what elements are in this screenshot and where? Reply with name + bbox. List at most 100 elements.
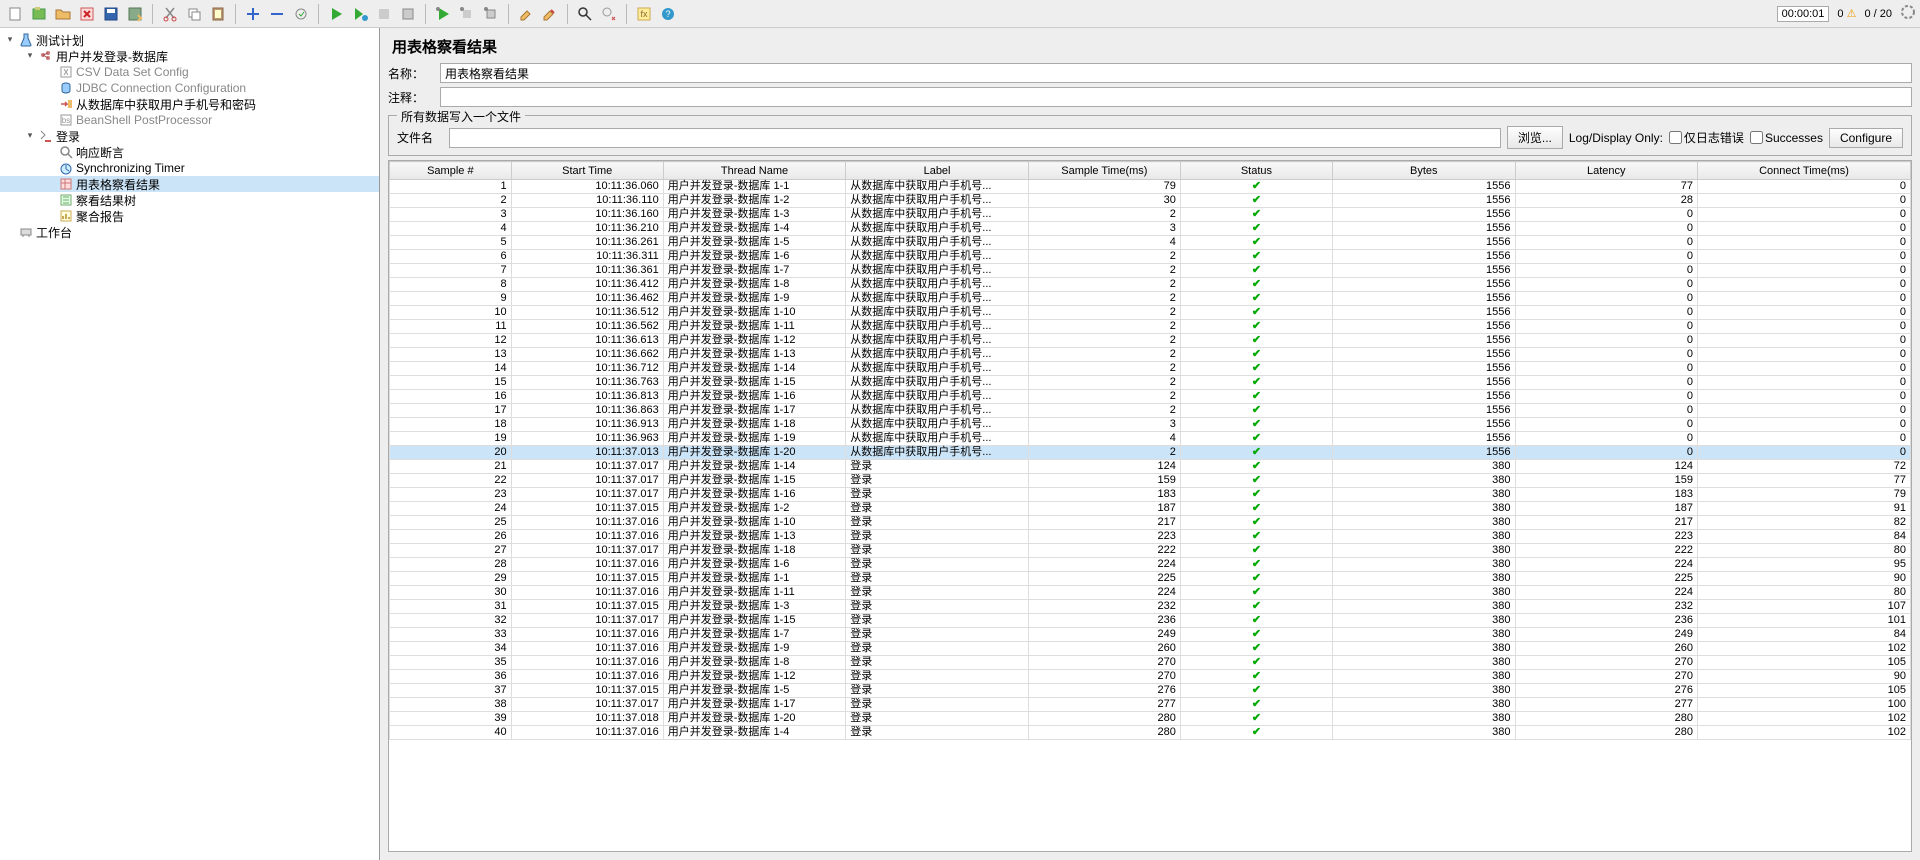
filename-input[interactable]	[449, 128, 1501, 148]
tree-expand-icon[interactable]	[4, 226, 16, 238]
tree-node[interactable]: ▾测试计划	[0, 32, 379, 48]
table-row[interactable]: 2310:11:37.017用户并发登录-数据库 1-16登录183✔38018…	[390, 488, 1911, 502]
tree-expand-icon[interactable]	[44, 98, 56, 110]
tree-node[interactable]: CSV Data Set Config	[0, 64, 379, 80]
tree-node[interactable]: 响应断言	[0, 144, 379, 160]
table-row[interactable]: 3810:11:37.017用户并发登录-数据库 1-17登录277✔38027…	[390, 698, 1911, 712]
tree-expand-icon[interactable]: ▾	[24, 50, 36, 62]
tree-expand-icon[interactable]	[44, 178, 56, 190]
column-header[interactable]: Connect Time(ms)	[1698, 162, 1911, 180]
new-button[interactable]	[4, 3, 26, 25]
start-remote-button[interactable]	[432, 3, 454, 25]
tree-expand-icon[interactable]	[44, 210, 56, 222]
column-header[interactable]: Sample Time(ms)	[1028, 162, 1180, 180]
tree-node[interactable]: 聚合报告	[0, 208, 379, 224]
table-row[interactable]: 2510:11:37.016用户并发登录-数据库 1-10登录217✔38021…	[390, 516, 1911, 530]
table-row[interactable]: 510:11:36.261用户并发登录-数据库 1-5从数据库中获取用户手机号.…	[390, 236, 1911, 250]
save-as-button[interactable]	[124, 3, 146, 25]
comment-input[interactable]	[440, 87, 1912, 107]
tree-node[interactable]: ▾用户并发登录-数据库	[0, 48, 379, 64]
expand-button[interactable]	[242, 3, 264, 25]
collapse-button[interactable]	[266, 3, 288, 25]
tree-expand-icon[interactable]	[44, 194, 56, 206]
save-button[interactable]	[100, 3, 122, 25]
shutdown-button[interactable]	[397, 3, 419, 25]
table-row[interactable]: 3710:11:37.015用户并发登录-数据库 1-5登录276✔380276…	[390, 684, 1911, 698]
close-button[interactable]	[76, 3, 98, 25]
table-row[interactable]: 1710:11:36.863用户并发登录-数据库 1-17从数据库中获取用户手机…	[390, 404, 1911, 418]
column-header[interactable]: Label	[846, 162, 1029, 180]
table-row[interactable]: 2110:11:37.017用户并发登录-数据库 1-14登录124✔38012…	[390, 460, 1911, 474]
table-row[interactable]: 1610:11:36.813用户并发登录-数据库 1-16从数据库中获取用户手机…	[390, 390, 1911, 404]
column-header[interactable]: Bytes	[1332, 162, 1515, 180]
tree-node[interactable]: JDBC Connection Configuration	[0, 80, 379, 96]
table-row[interactable]: 1010:11:36.512用户并发登录-数据库 1-10从数据库中获取用户手机…	[390, 306, 1911, 320]
tree-expand-icon[interactable]: ▾	[24, 130, 36, 142]
table-row[interactable]: 2710:11:37.017用户并发登录-数据库 1-18登录222✔38022…	[390, 544, 1911, 558]
table-row[interactable]: 1910:11:36.963用户并发登录-数据库 1-19从数据库中获取用户手机…	[390, 432, 1911, 446]
table-row[interactable]: 3510:11:37.016用户并发登录-数据库 1-8登录270✔380270…	[390, 656, 1911, 670]
tree-node[interactable]: Synchronizing Timer	[0, 160, 379, 176]
table-row[interactable]: 2810:11:37.016用户并发登录-数据库 1-6登录224✔380224…	[390, 558, 1911, 572]
column-header[interactable]: Start Time	[511, 162, 663, 180]
column-header[interactable]: Latency	[1515, 162, 1698, 180]
tree-node[interactable]: 从数据库中获取用户手机号和密码	[0, 96, 379, 112]
tree-expand-icon[interactable]	[44, 146, 56, 158]
tree-node[interactable]: ▾登录	[0, 128, 379, 144]
tree-node[interactable]: 用表格察看结果	[0, 176, 379, 192]
table-row[interactable]: 410:11:36.210用户并发登录-数据库 1-4从数据库中获取用户手机号.…	[390, 222, 1911, 236]
table-row[interactable]: 1410:11:36.712用户并发登录-数据库 1-14从数据库中获取用户手机…	[390, 362, 1911, 376]
table-row[interactable]: 4010:11:37.016用户并发登录-数据库 1-4登录280✔380280…	[390, 726, 1911, 740]
table-row[interactable]: 3110:11:37.015用户并发登录-数据库 1-3登录232✔380232…	[390, 600, 1911, 614]
table-row[interactable]: 2610:11:37.016用户并发登录-数据库 1-13登录223✔38022…	[390, 530, 1911, 544]
table-row[interactable]: 710:11:36.361用户并发登录-数据库 1-7从数据库中获取用户手机号.…	[390, 264, 1911, 278]
configure-button[interactable]: Configure	[1829, 128, 1903, 148]
cut-button[interactable]	[159, 3, 181, 25]
table-row[interactable]: 2010:11:37.013用户并发登录-数据库 1-20从数据库中获取用户手机…	[390, 446, 1911, 460]
table-row[interactable]: 1210:11:36.613用户并发登录-数据库 1-12从数据库中获取用户手机…	[390, 334, 1911, 348]
open-button[interactable]	[52, 3, 74, 25]
table-row[interactable]: 110:11:36.060用户并发登录-数据库 1-1从数据库中获取用户手机号.…	[390, 180, 1911, 194]
test-plan-tree[interactable]: ▾测试计划▾用户并发登录-数据库CSV Data Set ConfigJDBC …	[0, 28, 380, 860]
table-row[interactable]: 2410:11:37.015用户并发登录-数据库 1-2登录187✔380187…	[390, 502, 1911, 516]
table-row[interactable]: 910:11:36.462用户并发登录-数据库 1-9从数据库中获取用户手机号.…	[390, 292, 1911, 306]
stop-remote-button[interactable]	[456, 3, 478, 25]
clear-all-button[interactable]	[539, 3, 561, 25]
tree-node[interactable]: 察看结果树	[0, 192, 379, 208]
successes-checkbox[interactable]: Successes	[1750, 131, 1823, 145]
table-row[interactable]: 3010:11:37.016用户并发登录-数据库 1-11登录224✔38022…	[390, 586, 1911, 600]
table-row[interactable]: 210:11:36.110用户并发登录-数据库 1-2从数据库中获取用户手机号.…	[390, 194, 1911, 208]
table-row[interactable]: 1110:11:36.562用户并发登录-数据库 1-11从数据库中获取用户手机…	[390, 320, 1911, 334]
templates-button[interactable]	[28, 3, 50, 25]
table-row[interactable]: 810:11:36.412用户并发登录-数据库 1-8从数据库中获取用户手机号.…	[390, 278, 1911, 292]
tree-node[interactable]: 工作台	[0, 224, 379, 240]
table-row[interactable]: 1810:11:36.913用户并发登录-数据库 1-18从数据库中获取用户手机…	[390, 418, 1911, 432]
column-header[interactable]: Status	[1180, 162, 1332, 180]
start-no-pause-button[interactable]	[349, 3, 371, 25]
tree-node[interactable]: bsBeanShell PostProcessor	[0, 112, 379, 128]
search-button[interactable]	[574, 3, 596, 25]
browse-button[interactable]: 浏览...	[1507, 126, 1563, 149]
tree-expand-icon[interactable]	[44, 114, 56, 126]
table-row[interactable]: 1310:11:36.662用户并发登录-数据库 1-13从数据库中获取用户手机…	[390, 348, 1911, 362]
shutdown-remote-button[interactable]	[480, 3, 502, 25]
table-row[interactable]: 2910:11:37.015用户并发登录-数据库 1-1登录225✔380225…	[390, 572, 1911, 586]
table-row[interactable]: 2210:11:37.017用户并发登录-数据库 1-15登录159✔38015…	[390, 474, 1911, 488]
tree-expand-icon[interactable]	[44, 162, 56, 174]
reset-search-button[interactable]	[598, 3, 620, 25]
copy-button[interactable]	[183, 3, 205, 25]
tree-expand-icon[interactable]	[44, 66, 56, 78]
table-row[interactable]: 3410:11:37.016用户并发登录-数据库 1-9登录260✔380260…	[390, 642, 1911, 656]
stop-button[interactable]	[373, 3, 395, 25]
help-button[interactable]: ?	[657, 3, 679, 25]
column-header[interactable]: Thread Name	[663, 162, 846, 180]
tree-expand-icon[interactable]: ▾	[4, 34, 16, 46]
name-input[interactable]	[440, 63, 1912, 83]
start-button[interactable]	[325, 3, 347, 25]
tree-expand-icon[interactable]	[44, 82, 56, 94]
function-helper-button[interactable]: fx	[633, 3, 655, 25]
table-row[interactable]: 1510:11:36.763用户并发登录-数据库 1-15从数据库中获取用户手机…	[390, 376, 1911, 390]
table-row[interactable]: 3610:11:37.016用户并发登录-数据库 1-12登录270✔38027…	[390, 670, 1911, 684]
table-row[interactable]: 310:11:36.160用户并发登录-数据库 1-3从数据库中获取用户手机号.…	[390, 208, 1911, 222]
toggle-button[interactable]	[290, 3, 312, 25]
